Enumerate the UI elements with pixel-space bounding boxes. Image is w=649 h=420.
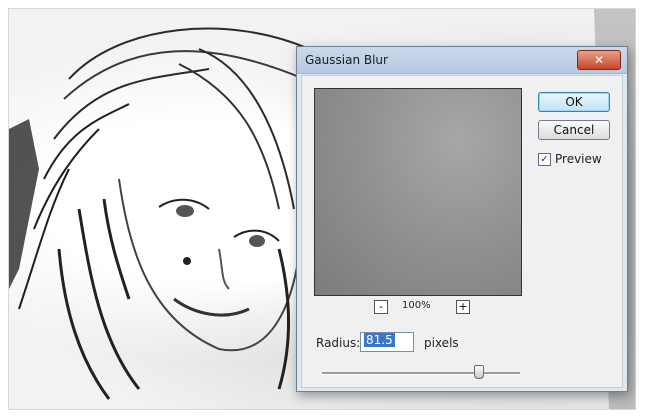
radius-input[interactable]: 81.5 [360,332,414,352]
radius-units-label: pixels [424,336,459,350]
zoom-controls: - 100% + [362,300,482,316]
zoom-in-button[interactable]: + [456,300,470,314]
dialog-titlebar[interactable]: Gaussian Blur ✕ [297,47,627,74]
radius-slider-track[interactable] [322,372,520,375]
radius-row: Radius: 81.5 pixels [316,332,606,356]
preview-label: Preview [555,152,602,166]
radius-value: 81.5 [364,333,395,347]
ok-button[interactable]: OK [538,92,610,112]
gaussian-blur-dialog: Gaussian Blur ✕ - 100% + Radius: 81.5 pi… [296,46,628,392]
preview-checkbox[interactable]: ✓ [538,153,551,166]
cancel-button[interactable]: Cancel [538,120,610,140]
close-button[interactable]: ✕ [577,50,621,70]
radius-label: Radius: [316,336,361,350]
dialog-body: - 100% + Radius: 81.5 pixels OK Cancel ✓… [301,75,623,388]
preview-toggle[interactable]: ✓ Preview [538,152,628,168]
dialog-title: Gaussian Blur [305,53,388,67]
radius-slider-thumb[interactable] [474,365,484,379]
close-icon: ✕ [593,53,605,67]
blur-preview-area[interactable] [314,88,522,296]
zoom-out-button[interactable]: - [374,300,388,314]
zoom-level: 100% [402,300,431,311]
